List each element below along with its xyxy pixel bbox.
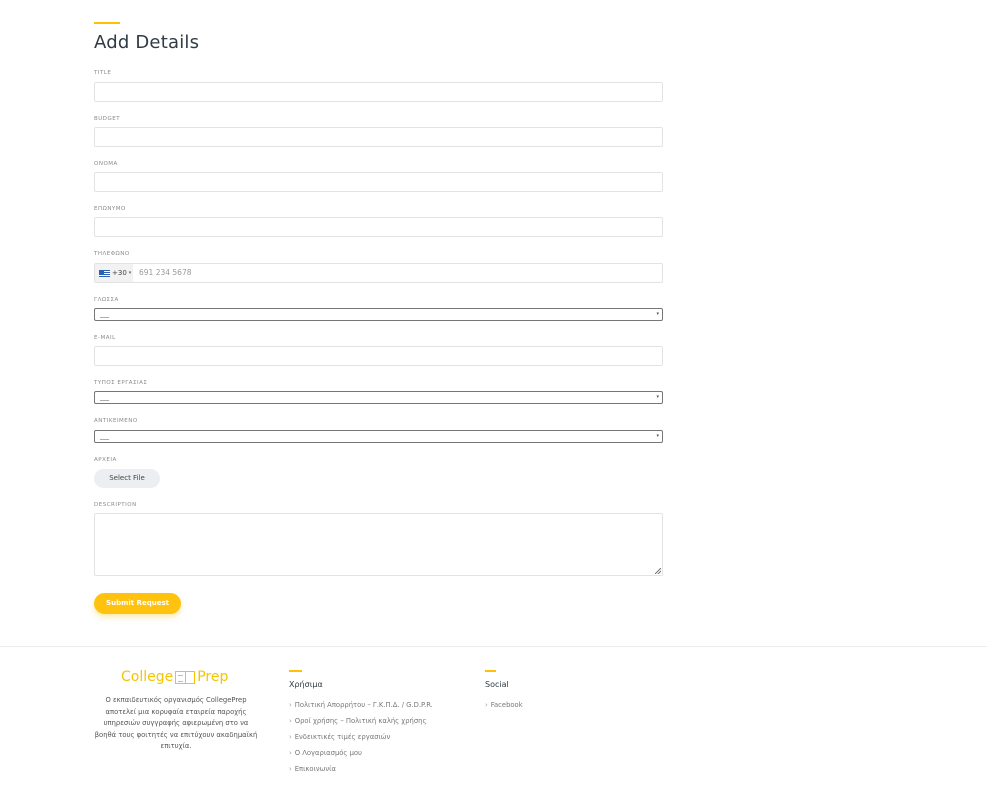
title-label: TITLE [94,70,112,76]
social-links-list: › Facebook [485,700,523,716]
first-name-label: ΟΝΟΜΑ [94,161,118,167]
work-type-label: ΤΥΠΟΣ ΕΡΓΑΣΙΑΣ [94,380,148,386]
logo-text-prep: Prep [197,669,229,685]
budget-label: BUDGET [94,116,121,122]
footer-link-privacy[interactable]: › Πολιτική Απορρήτου – Γ.Κ.Π.Δ. / G.D.P.R… [289,700,433,716]
submit-request-button[interactable]: Submit Request [94,593,181,614]
phone-label: ΤΗΛΕΦΩΝΟ [94,251,130,257]
chevron-right-icon: › [485,701,488,709]
resize-handle-icon[interactable] [655,568,661,574]
footer-link-contact[interactable]: › Επικοινωνία [289,764,433,780]
title-accent-line [94,22,120,24]
select-file-button[interactable]: Select File [94,469,160,488]
chevron-down-icon: ▾ [128,270,132,276]
footer-link-facebook[interactable]: › Facebook [485,700,523,716]
first-name-input[interactable] [94,172,663,192]
dial-code: +30 [112,269,127,277]
logo[interactable]: College Prep [121,669,228,685]
chevron-right-icon: › [289,765,292,773]
language-selected-value: ___ [100,311,109,318]
work-type-selected-value: ___ [100,394,109,401]
social-accent-line [485,670,496,672]
footer-link-account[interactable]: › Ο Λογαριασμός μου [289,748,433,764]
book-icon [175,670,196,684]
social-links-title: Social [485,680,509,689]
logo-text-college: College [121,669,174,685]
footer-link-prices[interactable]: › Ενδεικτικές τιμές εργασιών [289,732,433,748]
email-input[interactable] [94,346,663,366]
chevron-right-icon: › [289,717,292,725]
title-input[interactable] [94,82,663,102]
chevron-down-icon: ▾ [656,433,659,439]
last-name-input[interactable] [94,217,663,237]
language-select[interactable]: ___ ▾ [94,308,663,321]
subject-selected-value: ___ [100,433,109,440]
greece-flag-icon [99,269,110,277]
chevron-down-icon: ▾ [656,394,659,400]
useful-links-list: › Πολιτική Απορρήτου – Γ.Κ.Π.Δ. / G.D.P.R… [289,700,433,780]
page-title: Add Details [94,32,200,53]
language-label: ΓΛΩΣΣΑ [94,297,119,303]
description-label: DESCRIPTION [94,502,137,508]
chevron-right-icon: › [289,749,292,757]
phone-placeholder: 691 234 5678 [139,268,192,277]
footer-link-terms[interactable]: › Οροί χρήσης – Πολιτική καλής χρήσης [289,716,433,732]
files-label: ΑΡΧΕΙΑ [94,457,117,463]
work-type-select[interactable]: ___ ▾ [94,391,663,404]
footer-divider [0,646,987,647]
description-textarea[interactable] [94,513,663,576]
chevron-right-icon: › [289,701,292,709]
email-label: E-MAIL [94,335,116,341]
country-code-selector[interactable]: +30 ▾ [95,264,133,282]
phone-input[interactable]: +30 ▾ 691 234 5678 [94,263,663,283]
about-text: Ο εκπαιδευτικός οργανισμός CollegePrep α… [94,696,258,750]
last-name-label: ΕΠΩΝΥΜΟ [94,206,126,212]
budget-input[interactable] [94,127,663,147]
subject-select[interactable]: ___ ▾ [94,430,663,443]
subject-label: ΑΝΤΙΚΕΙΜΕΝΟ [94,418,138,424]
useful-accent-line [289,670,302,672]
useful-links-title: Χρήσιμα [289,680,323,689]
chevron-right-icon: › [289,733,292,741]
chevron-down-icon: ▾ [656,311,659,317]
